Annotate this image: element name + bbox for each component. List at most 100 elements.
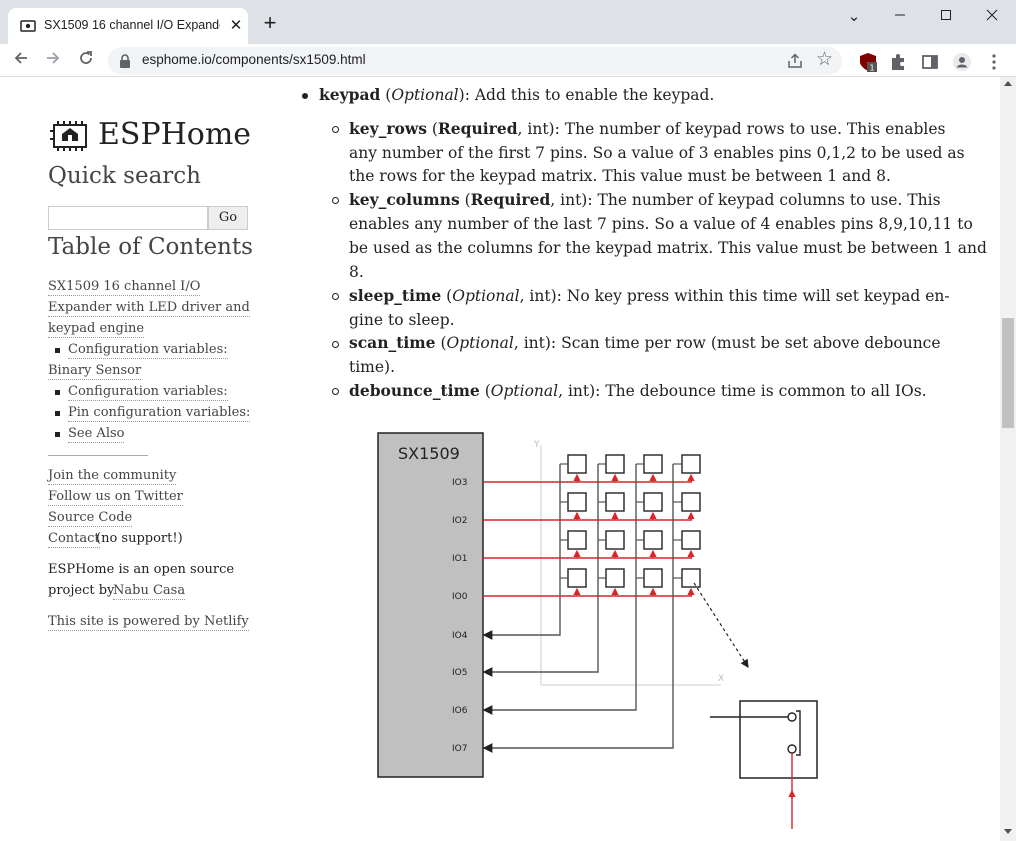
key-switch [605,492,625,512]
ublock-badge: 1 [869,64,874,73]
key-switch [643,530,663,550]
tab-search-chevron-icon[interactable]: ⌄ [832,4,876,28]
text: , int): The number of keypad columns to … [550,191,941,209]
list-item-key-rows: key_rows (Required, int): The number of … [349,118,946,140]
netlify-link[interactable]: This site is powered by Netlify [48,614,249,631]
logo-text: ESPHome [98,117,252,152]
chip-label: SX1509 [398,444,460,463]
address-bar[interactable]: esphome.io/components/sx1509.html ☆ [108,47,842,75]
text: ): Add this to enable the keypad. [458,86,715,104]
toc-link-main[interactable]: SX1509 16 channel I/O [48,279,201,296]
list-item-debounce-time: debounce_time (Optional, int): The debou… [349,380,927,402]
reload-icon [80,51,92,64]
logo[interactable]: ESPHome [48,117,258,153]
text: gine to sleep. [349,311,455,329]
text: , int): No key press within this time wi… [519,287,950,305]
list-bullet [332,341,339,348]
key-switch [567,454,587,474]
close-window-button[interactable] [970,4,1014,28]
arrow-left-icon [14,52,27,64]
search-go-button[interactable]: Go [208,206,248,230]
side-panel-icon[interactable] [920,52,940,72]
list-bullet [332,293,339,300]
new-tab-button[interactable]: + [258,12,282,36]
pin-label: IO6 [452,706,468,716]
key-switch [605,568,625,588]
list-bullet [332,197,339,204]
list-item-key-columns: key_columns (Required, int): The number … [349,189,941,211]
ublock-icon[interactable]: 1 [858,52,878,72]
vertical-scrollbar[interactable] [1000,77,1016,841]
minimize-button[interactable] [878,4,922,28]
search-input[interactable] [48,206,208,230]
list-bullet [332,388,339,395]
page-viewport: ESPHome Quick search Go Table of Content… [0,77,1000,841]
back-button[interactable] [8,48,34,74]
about-text: ESPHome is an open source [48,562,235,577]
profile-icon[interactable] [952,52,972,72]
share-icon[interactable] [786,52,804,70]
quick-search-heading: Quick search [48,163,201,189]
extensions-icon[interactable] [888,52,908,72]
scrollbar-thumb[interactable] [1002,318,1014,428]
text: ( [435,334,447,352]
maximize-button[interactable] [924,4,968,28]
toc-link-main[interactable]: Expander with LED driver and [48,300,250,317]
forward-button[interactable] [40,48,66,74]
pin-label: IO3 [452,478,467,488]
key-switch [567,530,587,550]
join-community-link[interactable]: Join the community [48,468,177,485]
text: time). [349,358,396,376]
tab-close-icon[interactable]: ✕ [227,16,245,34]
axis-y-label: Y [533,440,540,450]
detail-pointer-arrow [693,582,749,669]
url-text[interactable]: esphome.io/components/sx1509.html [142,52,366,67]
maximize-icon [941,10,951,20]
toc-heading: Table of Contents [48,234,253,260]
key-switch [567,492,587,512]
text: ( [426,120,438,138]
kebab-menu-icon[interactable] [984,52,1004,72]
required-label: Required [437,119,518,138]
toc-link-config-vars[interactable]: Configuration variables: [68,342,228,359]
toc-bullet [55,390,60,395]
arrow-right-icon [47,52,60,64]
bookmark-star-icon[interactable]: ☆ [816,48,833,70]
toc-link-config-vars[interactable]: Configuration variables: [68,384,228,401]
twitter-link[interactable]: Follow us on Twitter [48,489,183,506]
list-bullet [302,93,308,99]
about-text: project by [48,583,115,598]
source-code-link[interactable]: Source Code [48,510,133,527]
optional-label: Optional [391,86,459,104]
optional-label: Optional [446,334,514,352]
key-switch [643,454,663,474]
reload-button[interactable] [73,48,99,74]
optional-label: Optional [490,382,559,400]
contact-note: (no support!) [96,531,183,546]
toc-link-see-also[interactable]: See Also [68,426,125,443]
pin-label: IO1 [452,554,467,564]
toc-link-pin-config[interactable]: Pin configuration variables: [68,405,251,422]
text: ( [459,191,471,209]
column-line-io4 [482,464,561,640]
toc-bullet [55,348,60,353]
option-name: scan_time [349,333,436,352]
nabu-casa-link[interactable]: Nabu Casa [113,583,186,600]
text: ( [380,86,392,104]
browser-toolbar: esphome.io/components/sx1509.html ☆ 1 [0,44,1016,77]
pin-label: IO0 [452,592,468,602]
sidebar-divider [48,455,148,456]
toc-bullet [55,432,60,437]
axis-x-label: X [718,674,724,684]
pin-label: IO5 [452,668,467,678]
contact-link[interactable]: Contact [48,531,100,548]
key-switch [681,568,701,588]
browser-tab[interactable]: SX1509 16 channel I/O Expander ✕ [8,8,248,44]
optional-label: Optional [452,287,520,305]
scroll-down-arrow-icon[interactable] [1004,829,1012,834]
option-name: debounce_time [349,381,480,400]
text: , int): The debounce time is common to a… [558,382,927,400]
scroll-up-arrow-icon[interactable] [1004,81,1012,86]
toc-link-main[interactable]: keypad engine [48,321,145,338]
toc-link-binary-sensor[interactable]: Binary Sensor [48,363,142,380]
